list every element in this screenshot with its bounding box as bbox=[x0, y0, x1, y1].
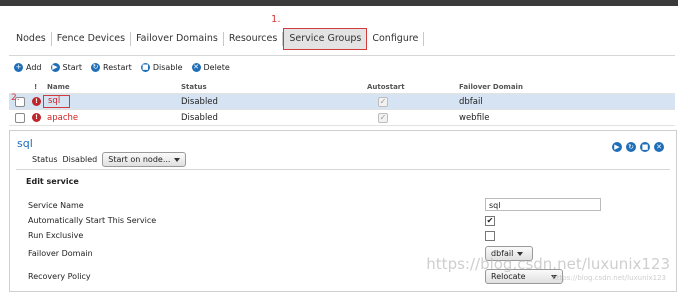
close-icon: ✕ bbox=[191, 63, 201, 72]
disable-button[interactable]: ■ Disable bbox=[140, 63, 183, 72]
autostart-field-checkbox[interactable]: ✔ bbox=[485, 216, 495, 226]
table-header: ! Name Status Autostart Failover Domain bbox=[9, 80, 675, 94]
disable-label: Disable bbox=[152, 63, 183, 72]
tab-fence-devices[interactable]: Fence Devices bbox=[52, 32, 132, 46]
recovery-policy-label: Recovery Policy bbox=[28, 272, 91, 281]
restart-label: Restart bbox=[103, 63, 132, 72]
row-status: Disabled bbox=[181, 112, 218, 123]
row-failover-domain: dbfail bbox=[459, 96, 483, 107]
delete-button[interactable]: ✕ Delete bbox=[191, 63, 230, 72]
watermark: https://blog.csdn.net/luxunix123 bbox=[426, 255, 670, 273]
row-select-checkbox[interactable] bbox=[15, 112, 25, 123]
delete-label: Delete bbox=[203, 63, 230, 72]
panel-title: sql bbox=[17, 137, 33, 150]
plus-icon: + bbox=[14, 63, 23, 72]
error-icon: ! bbox=[32, 113, 41, 122]
tab-service-groups[interactable]: Service Groups bbox=[283, 28, 368, 50]
status-value: Disabled bbox=[62, 155, 98, 164]
autostart-checkbox: ✓ bbox=[378, 112, 388, 123]
row-failover-domain: webfile bbox=[459, 112, 490, 123]
service-name-link[interactable]: apache bbox=[47, 113, 78, 123]
service-name-link[interactable]: sql bbox=[43, 95, 71, 108]
play-icon[interactable]: ▶ bbox=[612, 142, 622, 152]
restart-button[interactable]: ↻ Restart bbox=[91, 63, 132, 72]
play-icon: ▶ bbox=[50, 63, 60, 72]
panel-divider bbox=[16, 169, 670, 170]
add-button[interactable]: + Add bbox=[14, 63, 42, 72]
table-row[interactable]: 2. ! sql Disabled ✓ dbfail bbox=[9, 93, 675, 110]
start-label: Start bbox=[62, 63, 83, 72]
tab-resources[interactable]: Resources bbox=[224, 32, 284, 46]
header-autostart[interactable]: Autostart bbox=[367, 80, 405, 93]
header-name[interactable]: Name bbox=[47, 80, 70, 93]
tab-failover-domains[interactable]: Failover Domains bbox=[131, 32, 224, 46]
row-status: Disabled bbox=[181, 96, 218, 107]
run-exclusive-checkbox[interactable] bbox=[485, 231, 495, 241]
service-name-label: Service Name bbox=[28, 201, 84, 210]
refresh-icon[interactable]: ↻ bbox=[626, 142, 636, 152]
chevron-down-icon bbox=[174, 157, 181, 162]
status-line: Status Disabled Start on node... bbox=[32, 152, 187, 167]
start-on-node-dropdown[interactable]: Start on node... bbox=[102, 152, 187, 167]
error-icon: ! bbox=[32, 97, 41, 106]
tab-nodes[interactable]: Nodes bbox=[11, 32, 52, 46]
panel-actions: ▶ ↻ ■ ✕ bbox=[612, 142, 664, 152]
watermark-small: https://blog.csdn.net/luxunix123 bbox=[552, 274, 666, 282]
recovery-policy-value: Relocate bbox=[491, 272, 526, 281]
service-toolbar: + Add ▶ Start ↻ Restart ■ Disable ✕ Dele… bbox=[14, 63, 230, 72]
step-annotation-2: 2. bbox=[11, 93, 20, 103]
tab-configure[interactable]: Configure bbox=[367, 32, 425, 46]
header-failover-domain[interactable]: Failover Domain bbox=[459, 80, 523, 93]
add-label: Add bbox=[26, 63, 42, 72]
edit-service-heading: Edit service bbox=[26, 177, 79, 186]
stop-icon: ■ bbox=[140, 63, 150, 72]
header-status-indicator: ! bbox=[34, 82, 38, 91]
autostart-label: Automatically Start This Service bbox=[28, 216, 157, 225]
autostart-checkbox: ✓ bbox=[378, 96, 388, 107]
top-bar bbox=[0, 0, 678, 6]
status-label: Status bbox=[32, 155, 58, 164]
run-exclusive-label: Run Exclusive bbox=[28, 231, 84, 240]
header-status[interactable]: Status bbox=[181, 80, 207, 93]
service-groups-table: ! Name Status Autostart Failover Domain … bbox=[9, 80, 675, 126]
failover-domain-label: Failover Domain bbox=[28, 249, 93, 258]
step-annotation-1: 1. bbox=[271, 14, 281, 25]
refresh-icon: ↻ bbox=[91, 63, 101, 72]
close-icon[interactable]: ✕ bbox=[654, 142, 664, 152]
table-row[interactable]: ! apache Disabled ✓ webfile bbox=[9, 110, 675, 126]
stop-icon[interactable]: ■ bbox=[640, 142, 650, 152]
service-name-input[interactable]: sql bbox=[485, 198, 601, 211]
start-button[interactable]: ▶ Start bbox=[50, 63, 83, 72]
tabs-divider bbox=[9, 55, 675, 56]
dropdown-value: Start on node... bbox=[108, 155, 171, 164]
main-tabs: Nodes Fence Devices Failover Domains Res… bbox=[11, 28, 425, 50]
